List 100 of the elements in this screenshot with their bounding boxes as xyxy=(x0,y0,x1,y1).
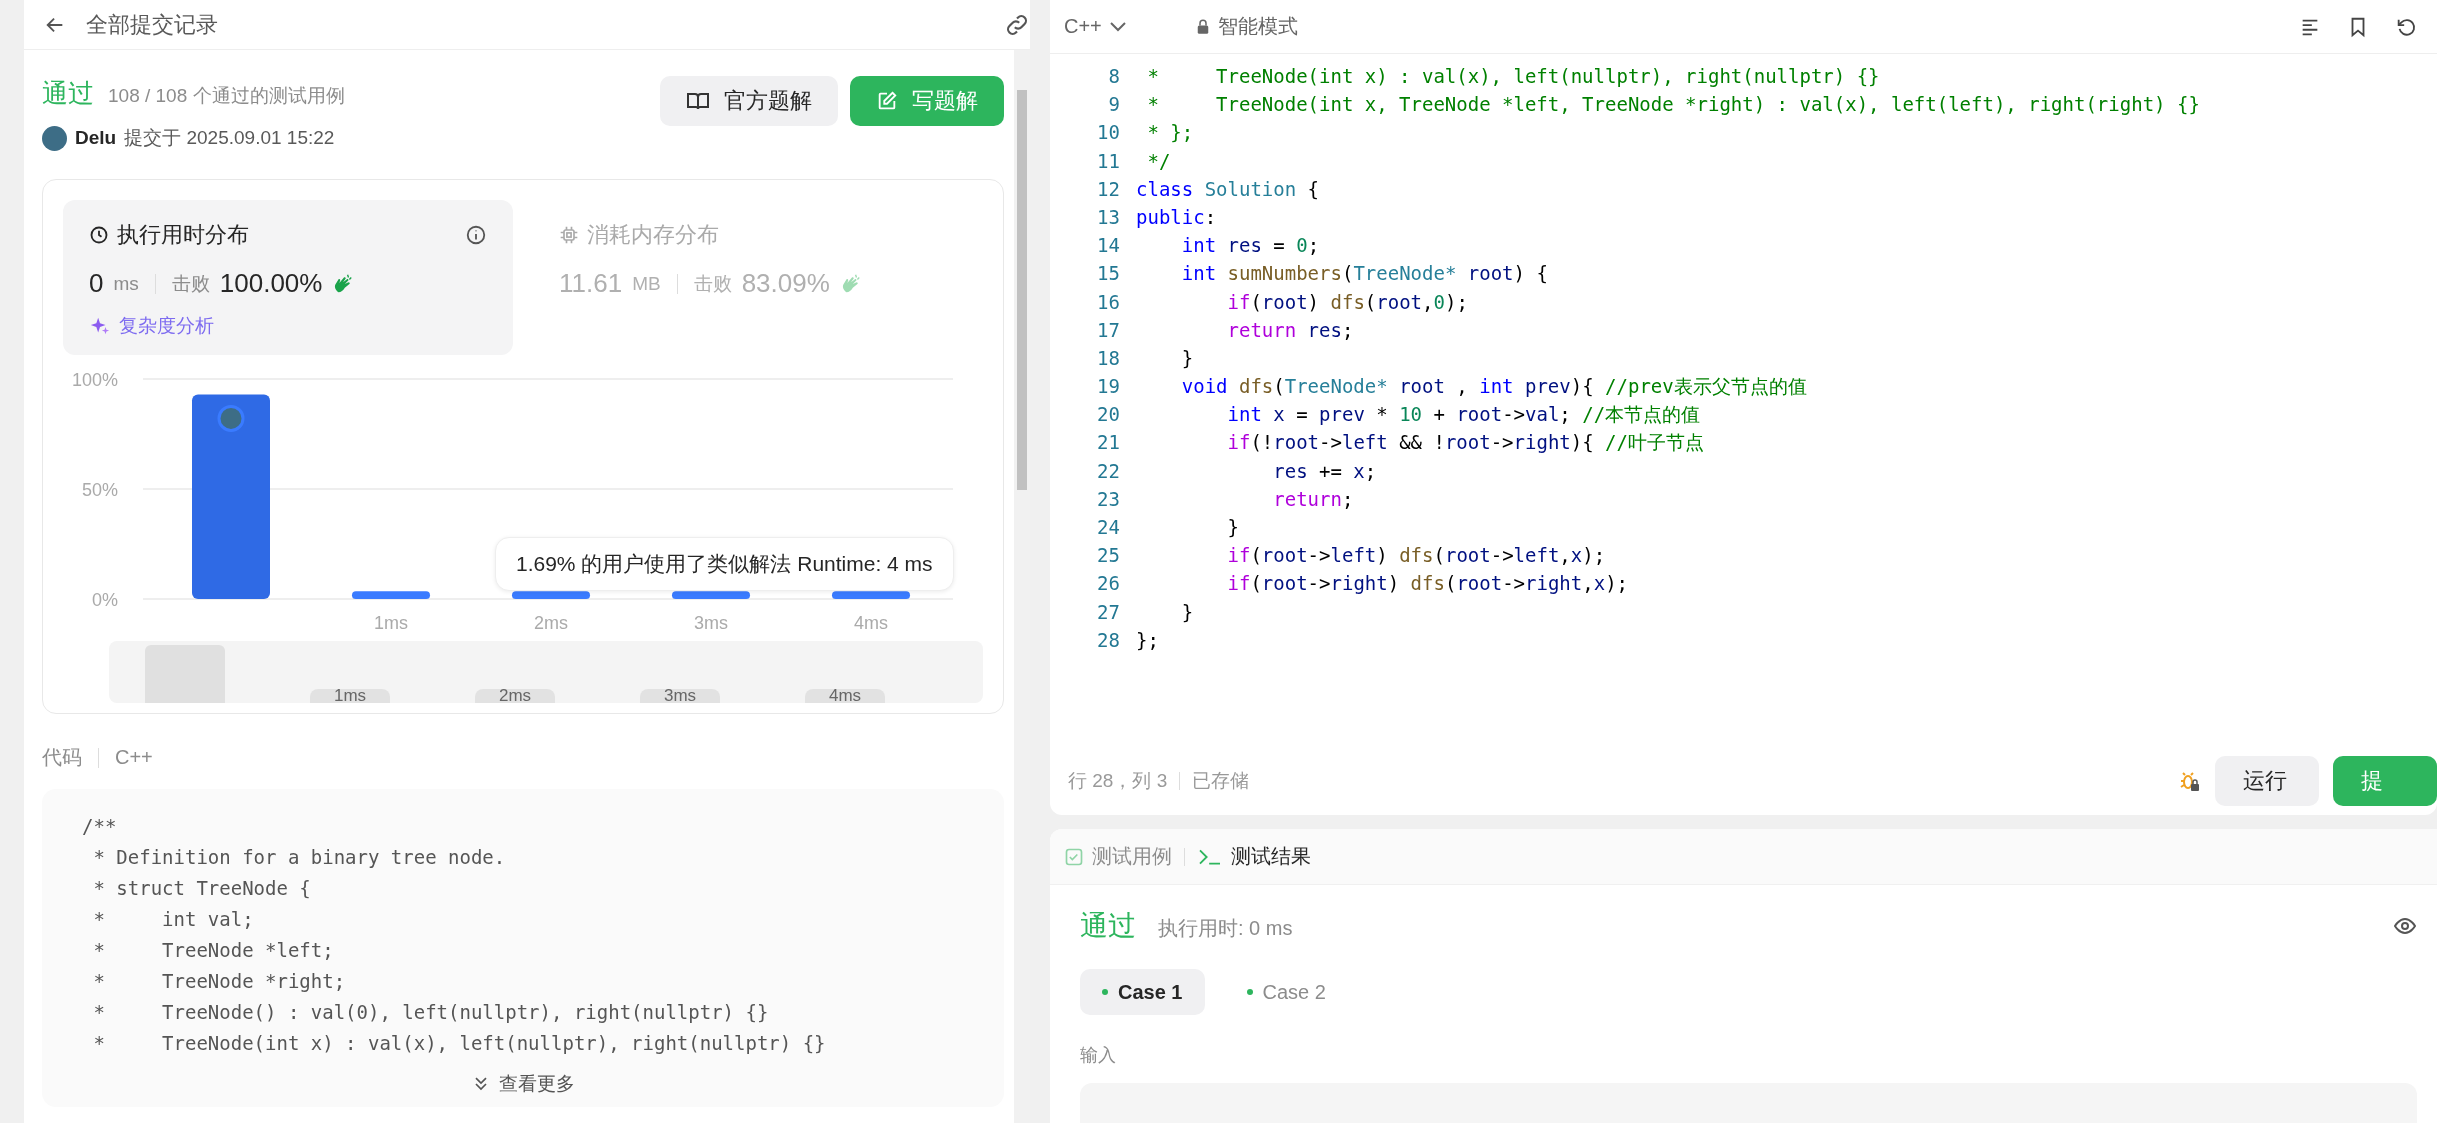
complexity-link[interactable]: 复杂度分析 xyxy=(119,313,214,339)
chevron-down-icon xyxy=(1109,21,1126,32)
solution-button[interactable]: 官方题解 xyxy=(660,76,838,126)
tooltip: 1.69% 的用户使用了类似解法 Runtime: 4 ms xyxy=(495,537,954,591)
line-number: 19 xyxy=(1096,374,1120,400)
code-line: } xyxy=(1180,599,1194,625)
clock-icon xyxy=(89,225,109,245)
code-line: * TreeNode() : val(0), left(nullptr), right(nullptr) {} xyxy=(92,1000,770,1025)
code-line: /** xyxy=(82,814,118,839)
stat-title: 消耗内存分布 xyxy=(587,221,719,249)
edit-icon xyxy=(876,90,898,112)
code-line: }; xyxy=(1136,627,1159,653)
case-tab[interactable]: Case 2 xyxy=(1224,969,1348,1015)
line-number: 15 xyxy=(1096,261,1120,287)
code-line: int sumNumbers(TreeNode* root) { xyxy=(1180,261,1548,287)
code-line: } xyxy=(1226,515,1239,540)
line-number: 12 xyxy=(1096,176,1120,202)
axis-label: 2ms xyxy=(534,613,568,633)
line-number: 9 xyxy=(1107,92,1120,118)
range-overview[interactable]: 1ms 2ms 3ms 4ms xyxy=(109,641,983,703)
code-line: * int val; xyxy=(92,907,255,932)
line-number: 25 xyxy=(1096,543,1120,569)
run-button[interactable]: 运行 xyxy=(2215,756,2319,806)
result-status: 通过 xyxy=(1080,909,1136,943)
code-line: class Solution { xyxy=(1136,176,1320,202)
line-number: 27 xyxy=(1096,599,1120,625)
line-number: 11 xyxy=(1096,148,1120,174)
line-number: 8 xyxy=(1107,64,1120,89)
passed-cases: 108 / 108 个通过的测试用例 xyxy=(108,84,345,108)
line-number: 18 xyxy=(1096,345,1120,371)
input-label: 输入 xyxy=(1080,1044,1117,1067)
code-line: */ xyxy=(1146,148,1171,174)
line-number: 26 xyxy=(1096,571,1120,597)
stat-unit: ms xyxy=(113,272,139,295)
avatar xyxy=(217,404,245,432)
code-line: if(root->left) dfs(root->left,x); xyxy=(1226,543,1606,569)
code-line: void dfs(TreeNode* root , int prev){ //prev表示父节点的值 xyxy=(1180,374,1807,400)
code-line: * TreeNode(int x, TreeNode *left, TreeNode *right) : val(x), left(left), right(right) {} xyxy=(1146,92,2200,118)
code-line: * }; xyxy=(1146,120,1194,146)
range-label: 2ms xyxy=(475,689,555,703)
cursor-position: 行 28，列 3 xyxy=(1068,769,1168,793)
checkbox-icon xyxy=(1064,846,1084,867)
code-line: return res; xyxy=(1226,317,1354,343)
axis-label: 0% xyxy=(92,590,118,610)
panel-tab[interactable]: 测试用例 xyxy=(1064,843,1172,870)
beats-label: 击败 xyxy=(171,271,210,296)
line-number: 14 xyxy=(1096,233,1120,259)
code-line: * TreeNode *left; xyxy=(92,938,335,963)
show-more-link[interactable]: 查看更多 xyxy=(471,1071,575,1097)
editor-mode[interactable]: 智能模式 xyxy=(1218,13,1298,40)
code-language: C++ xyxy=(115,746,153,769)
info-icon[interactable] xyxy=(465,224,487,246)
stat-unit: MB xyxy=(632,272,661,295)
code-line: * struct TreeNode { xyxy=(92,876,312,901)
code-line: if(root) dfs(root,0); xyxy=(1226,289,1468,315)
line-number: 22 xyxy=(1096,458,1120,484)
language-selector[interactable]: C++ xyxy=(1064,1,1168,52)
range-label: 4ms xyxy=(805,689,885,703)
line-number: 24 xyxy=(1096,515,1120,540)
code-line: * Definition for a binary tree node. xyxy=(92,845,507,870)
scrollbar-thumb[interactable] xyxy=(1017,90,1027,490)
axis-label: 1ms xyxy=(374,613,408,633)
line-number: 13 xyxy=(1096,204,1120,230)
avatar xyxy=(42,125,67,151)
code-line: int x = prev * 10 + root->val; //本节点的值 xyxy=(1226,402,1701,428)
status-text: 通过 xyxy=(42,77,94,110)
line-number: 20 xyxy=(1096,402,1120,428)
line-number: 10 xyxy=(1096,120,1120,146)
axis-label: 50% xyxy=(81,480,118,500)
line-number: 17 xyxy=(1096,317,1120,343)
beats-label: 击败 xyxy=(693,271,732,296)
submit-time: 提交于 2025.09.01 15:22 xyxy=(124,126,335,150)
code-line: public: xyxy=(1136,204,1217,230)
stat-value: 0 xyxy=(89,268,104,299)
runtime-text: 执行用时: 0 ms xyxy=(1158,916,1294,941)
code-label: 代码 xyxy=(42,745,82,770)
page-title: 全部提交记录 xyxy=(86,10,219,39)
line-number: 21 xyxy=(1096,430,1120,456)
axis-label: 3ms xyxy=(694,613,728,633)
beats-percent: 100.00% xyxy=(219,268,323,299)
stat-title: 执行用时分布 xyxy=(117,221,249,249)
range-label: 3ms xyxy=(640,689,720,703)
code-line: int res = 0; xyxy=(1180,233,1320,259)
line-number: 16 xyxy=(1096,289,1120,315)
axis-label: 100% xyxy=(71,370,118,390)
username[interactable]: Delu xyxy=(75,127,117,149)
line-number: 28 xyxy=(1096,627,1120,653)
save-status: 已存储 xyxy=(1192,769,1250,793)
code-line: res += x; xyxy=(1272,458,1377,484)
code-line: * TreeNode(int x) : val(x), left(nullptr), right(nullptr) {} xyxy=(1146,64,1880,89)
code-line: if(root->right) dfs(root->right,x); xyxy=(1226,571,1629,597)
code-line: * TreeNode(int x) : val(x), left(nullptr), right(nullptr) {} xyxy=(92,1031,827,1056)
code-line: * TreeNode *right; xyxy=(92,969,347,994)
axis-label: 4ms xyxy=(854,613,888,633)
code-line: } xyxy=(1180,345,1194,371)
line-number: 23 xyxy=(1096,486,1120,512)
code-line: if(!root->left && !root->right){ //叶子节点 xyxy=(1226,430,1704,456)
case-tab[interactable]: Case 1 xyxy=(1080,969,1205,1015)
stat-panel[interactable]: 执行用时分布 0 ms 击败 100.00% 复杂度分析 xyxy=(63,200,513,355)
panel-tab[interactable]: 测试结果 xyxy=(1197,843,1311,870)
